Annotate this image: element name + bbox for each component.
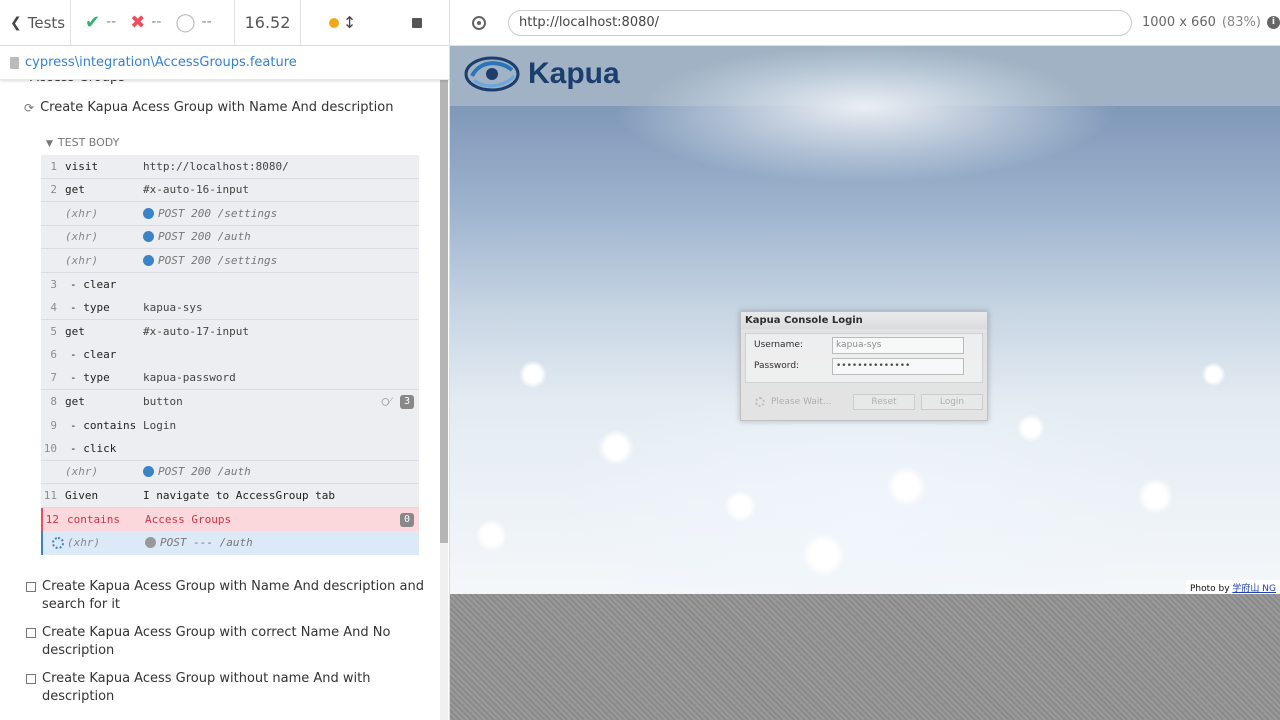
pending-test-title: Create Kapua Acess Group with Name And d… [42,579,424,612]
spinner-icon [52,537,64,549]
login-footer: Please Wait... Reset Login [745,390,983,414]
pending-xhr-row[interactable]: (xhr) POST --- /auth [41,531,419,555]
pending-test-title: Create Kapua Acess Group without name An… [42,671,371,704]
command-row[interactable]: 2 get #x-auto-16-input [41,179,419,202]
please-wait-status: Please Wait... [755,397,845,407]
password-label: Password: [754,361,800,371]
kapua-header: Kapua [450,46,1280,106]
kapua-swirl-icon [464,56,520,92]
loading-icon [755,397,765,407]
command-row[interactable]: 6- clear [41,343,419,367]
element-count-badge: 3 [400,395,414,409]
xhr-row[interactable]: (xhr) POST 200 /auth [41,226,419,249]
check-icon: ✔ [85,12,101,33]
failed-count: -- [151,14,162,30]
element-count-badge: 0 [400,512,414,527]
spec-path-bar: cypress\integration\AccessGroups.feature [0,46,449,80]
selector-playground-button[interactable] [450,15,508,30]
pending-test-item[interactable]: Create Kapua Acess Group with Name And d… [26,578,426,614]
reporter-panel: ❮ Tests ✔ -- ✖ -- ◯ -- 16.52 ↕ cypress\inte… [0,0,450,720]
pending-test-title: Create Kapua Acess Group with correct Na… [42,625,391,658]
username-label: Username: [754,340,803,350]
viewport-scale: (83%) [1221,15,1261,30]
photo-credit: Photo by 学府山 NG [1185,580,1280,594]
xhr-row[interactable]: (xhr) POST 200 /settings [41,249,419,273]
auto-scroll-toggle[interactable]: ↕ [328,13,357,32]
xhr-row[interactable]: (xhr) POST 200 /auth [41,461,419,484]
kapua-brand: Kapua [528,57,620,90]
app-iframe: Kapua Photo by 学府山 NG Kapua Console Logi… [450,46,1280,594]
info-icon: i [1266,16,1280,29]
xhr-status-dot-icon [143,231,154,243]
circle-notch-icon: ◯ [175,12,196,33]
reporter-header: ❮ Tests ✔ -- ✖ -- ◯ -- 16.52 ↕ [0,0,449,46]
arrows-v-icon: ↕ [342,13,357,32]
reporter-scrollbar[interactable] [440,56,448,720]
login-dialog-title: Kapua Console Login [741,312,987,329]
command-row[interactable]: 5 get #x-auto-17-input [41,320,419,344]
command-row[interactable]: 3- clear [41,273,419,297]
viewport-size: 1000 x 660 [1142,15,1216,30]
command-log: 1 visit http://localhost:8080/ 2 get #x-auto… [41,155,419,555]
reset-button[interactable]: Reset [853,394,915,410]
running-dot-icon [328,18,339,28]
failed-command-row[interactable]: 12 contains Access Groups 0 [41,507,419,531]
x-icon: ✖ [130,12,146,33]
scrollbar-thumb[interactable] [440,56,448,543]
command-row[interactable]: 8 get button ◯⁄ 3 [41,390,419,414]
test-body-label: TEST BODY [57,136,120,149]
test-stats: ✔ -- ✖ -- ◯ -- [71,0,235,46]
login-button[interactable]: Login [921,394,983,410]
command-row[interactable]: 10- click [41,437,419,461]
login-form: Username: kapua-sys Password: ••••••••••… [745,333,983,383]
test-body-header[interactable]: ▼ TEST BODY [46,136,119,149]
current-test-label: Create Kapua Acess Group with Name And d… [40,100,394,115]
command-row[interactable]: 7- type kapua-password [41,367,419,390]
password-field[interactable]: •••••••••••••• [832,358,964,375]
spec-path-link[interactable]: cypress\integration\AccessGroups.feature [25,55,297,70]
square-icon [26,582,36,592]
run-duration: 16.52 [235,0,301,46]
command-row[interactable]: 1 visit http://localhost:8080/ [41,155,419,179]
square-icon [26,674,36,684]
kapua-logo: Kapua [462,54,620,94]
stop-button[interactable] [412,17,423,28]
command-row[interactable]: 11 Given I navigate to AccessGroup tab [41,484,419,508]
tests-back-button[interactable]: ❮ Tests [0,0,71,46]
caret-down-icon: ▼ [46,139,53,149]
photo-credit-link[interactable]: 学府山 NG [1232,584,1276,594]
command-row[interactable]: 9- contains Login [41,414,419,438]
app-under-test-panel: http://localhost:8080/ 1000 x 660 (83%) … [450,0,1280,720]
aut-header: http://localhost:8080/ 1000 x 660 (83%) … [450,0,1280,46]
tests-label: Tests [27,13,66,32]
xhr-row[interactable]: (xhr) POST 200 /settings [41,202,419,226]
pending-stat: ◯ -- [175,12,211,33]
chevron-left-icon: ❮ [10,14,22,31]
run-controls: ↕ [301,0,449,46]
xhr-status-dot-icon [143,466,154,478]
pending-count: -- [201,14,212,30]
current-test-title[interactable]: ⟳ Create Kapua Acess Group with Name And… [24,100,393,115]
xhr-status-dot-icon [143,207,154,219]
passed-count: -- [106,14,117,30]
refresh-icon: ⟳ [24,100,35,115]
crosshairs-icon [472,15,486,30]
xhr-status-dot-icon [143,254,154,266]
pending-test-item[interactable]: Create Kapua Acess Group without name An… [26,670,426,706]
xhr-status-dot-icon [145,537,156,549]
failed-stat: ✖ -- [130,12,161,33]
username-field[interactable]: kapua-sys [832,337,964,354]
passed-stat: ✔ -- [85,12,116,33]
eye-slash-icon: ◯⁄ [381,394,391,408]
viewport-info[interactable]: 1000 x 660 (83%) i [1142,15,1280,30]
command-row[interactable]: 4- type kapua-sys [41,296,419,320]
pending-test-item[interactable]: Create Kapua Acess Group with correct Na… [26,624,426,660]
url-bar[interactable]: http://localhost:8080/ [508,9,1132,36]
square-icon [26,628,36,638]
login-dialog: Kapua Console Login Username: kapua-sys … [740,311,988,421]
file-icon [10,56,19,69]
